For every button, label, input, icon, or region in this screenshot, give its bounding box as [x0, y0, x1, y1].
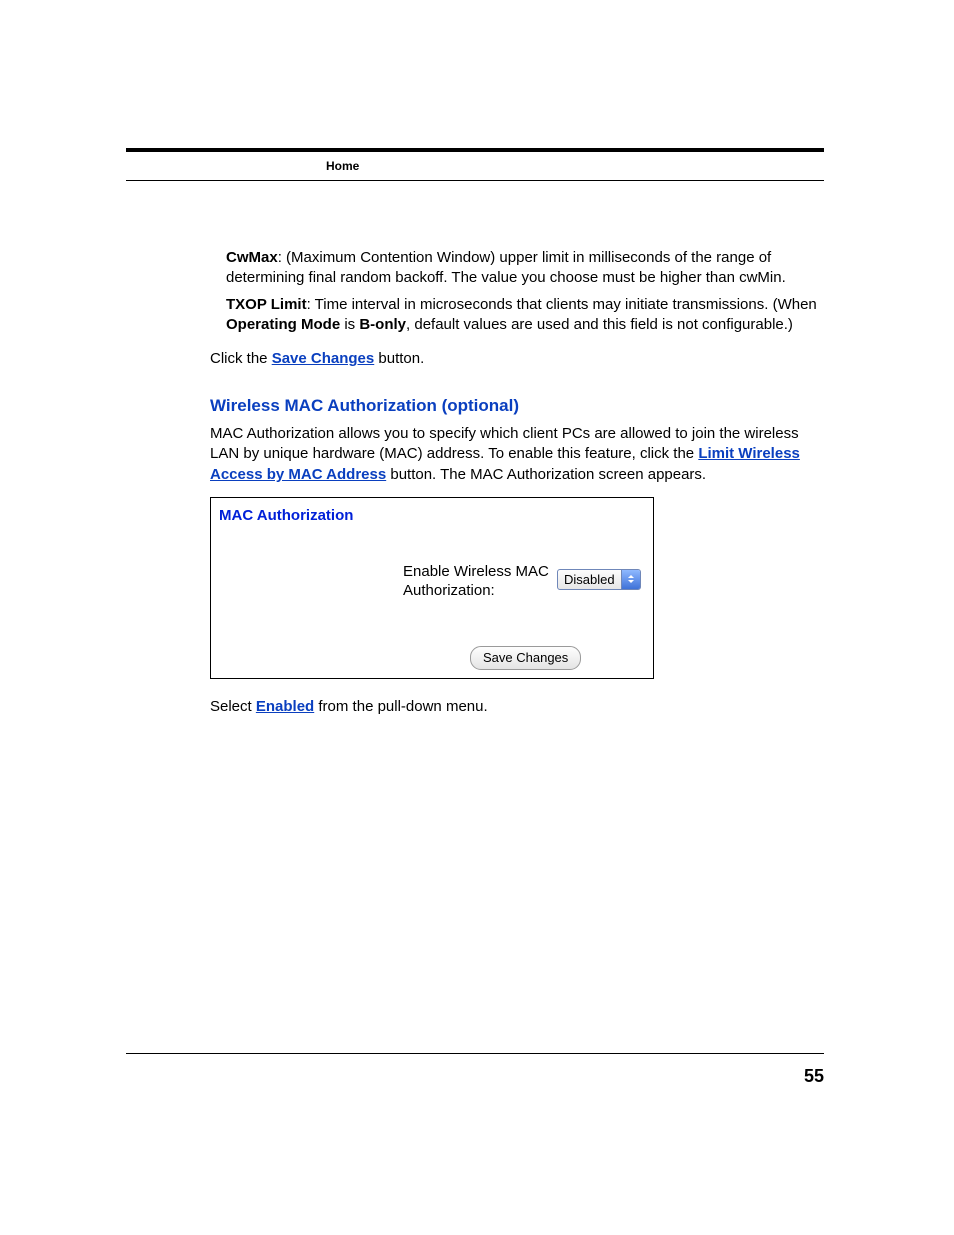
txop-text-1: : Time interval in microseconds that cli… [307, 296, 817, 313]
txop-term: TXOP Limit [226, 296, 307, 313]
footer-rule [126, 1053, 824, 1054]
enable-mac-auth-label: Enable Wireless MAC Authorization: [403, 563, 553, 601]
section-heading-wireless-mac: Wireless MAC Authorization (optional) [210, 395, 824, 418]
txop-text-2: is [340, 316, 359, 333]
figure-title: MAC Authorization [219, 506, 353, 526]
txop-paragraph: TXOP Limit: Time interval in microsecond… [226, 295, 824, 336]
enabled-link[interactable]: Enabled [256, 698, 314, 715]
select-enabled-after: from the pull-down menu. [314, 698, 487, 715]
txop-mode-value: B-only [359, 316, 406, 333]
mac-auth-dropdown[interactable]: Disabled [557, 569, 641, 590]
click-save-paragraph: Click the Save Changes button. [210, 349, 824, 369]
txop-mode-label: Operating Mode [226, 316, 340, 333]
click-save-after: button. [374, 350, 424, 367]
select-enabled-before: Select [210, 698, 256, 715]
mac-intro-after: button. The MAC Authorization screen app… [386, 466, 706, 483]
select-enabled-paragraph: Select Enabled from the pull-down menu. [210, 697, 824, 717]
dropdown-value: Disabled [558, 571, 621, 589]
mac-intro-paragraph: MAC Authorization allows you to specify … [210, 424, 824, 485]
save-changes-button[interactable]: Save Changes [470, 646, 581, 671]
mac-authorization-figure: MAC Authorization Enable Wireless MAC Au… [210, 497, 654, 679]
txop-text-3: , default values are used and this field… [406, 316, 793, 333]
header-rule-thin [126, 180, 824, 181]
save-changes-link[interactable]: Save Changes [272, 350, 375, 367]
header-rule-heavy [126, 148, 824, 152]
cwmax-paragraph: CwMax: (Maximum Contention Window) upper… [226, 248, 824, 289]
cwmax-term: CwMax [226, 249, 278, 266]
cwmax-text: : (Maximum Contention Window) upper limi… [226, 249, 786, 286]
page-number: 55 [804, 1064, 824, 1088]
header-section-label: Home [326, 158, 359, 174]
dropdown-arrow-icon [621, 570, 640, 589]
click-save-before: Click the [210, 350, 272, 367]
